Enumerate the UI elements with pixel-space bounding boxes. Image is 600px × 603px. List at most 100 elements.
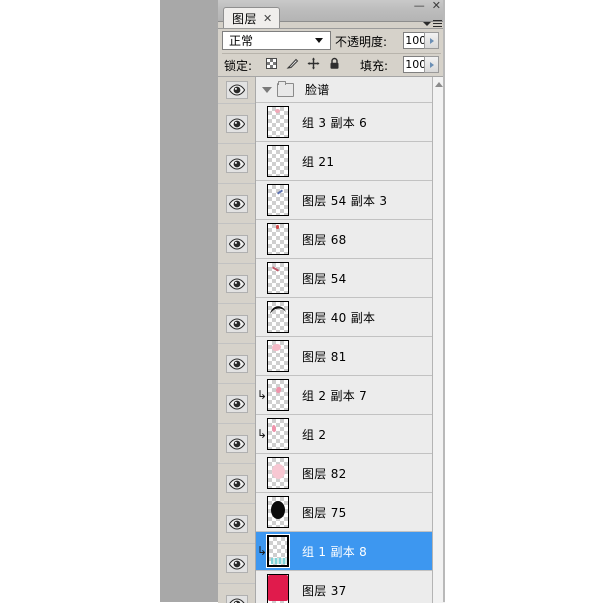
eye-icon[interactable]: [226, 195, 248, 213]
layer-row[interactable]: 脸谱: [256, 77, 433, 103]
eye-icon[interactable]: [226, 395, 248, 413]
clipping-mask-icon: ↳: [257, 389, 267, 401]
layer-visibility-toggle[interactable]: [218, 504, 255, 544]
layer-visibility-toggle[interactable]: [218, 104, 255, 144]
layer-row[interactable]: ↳ 组 1 副本 8: [256, 532, 433, 571]
layer-thumbnail-slot: [256, 106, 300, 138]
layer-row[interactable]: ↳ 组 2 副本 7: [256, 376, 433, 415]
layer-row[interactable]: 图层 68: [256, 220, 433, 259]
layer-name: 图层 37: [300, 582, 347, 599]
tab-close-icon[interactable]: ✕: [263, 12, 272, 25]
eye-icon[interactable]: [226, 515, 248, 533]
layer-name: 组 2: [300, 426, 326, 443]
layer-row[interactable]: 图层 82: [256, 454, 433, 493]
lock-all-icon[interactable]: [327, 56, 341, 70]
layer-thumbnail-slot: [256, 262, 300, 294]
layer-row[interactable]: 图层 54: [256, 259, 433, 298]
clipping-mask-icon: ↳: [257, 545, 267, 557]
layer-thumbnail[interactable]: [267, 418, 289, 450]
opacity-stepper[interactable]: [424, 32, 439, 49]
tab-layers[interactable]: 图层 ✕: [223, 7, 280, 28]
eye-icon[interactable]: [226, 81, 248, 99]
layer-rows: 脸谱组 3 副本 6 组 21 图层 54 副本 3 图层 68图层 54 图层 40 …: [256, 77, 433, 603]
blend-opacity-row: 正常 不透明度: 100%: [218, 30, 445, 52]
chevron-down-icon: [423, 22, 431, 26]
layer-visibility-toggle[interactable]: [218, 344, 255, 384]
layer-row[interactable]: 图层 40 副本: [256, 298, 433, 337]
layer-row[interactable]: 组 3 副本 6: [256, 103, 433, 142]
layer-thumbnail-slot: ↳: [256, 535, 300, 567]
layer-name: 组 2 副本 7: [300, 387, 367, 404]
layer-thumbnail-slot: [256, 184, 300, 216]
layer-thumbnail[interactable]: [267, 574, 289, 603]
layer-visibility-toggle[interactable]: [218, 584, 255, 603]
eye-icon[interactable]: [226, 115, 248, 133]
layer-thumbnail-slot: [256, 574, 300, 603]
layer-row[interactable]: 图层 37: [256, 571, 433, 603]
layer-thumbnail[interactable]: [267, 535, 289, 567]
layers-panel: — ✕ 图层 ✕ 正常 不透明度: 100% 锁定:: [218, 0, 445, 602]
layer-thumbnail[interactable]: [267, 106, 289, 138]
folder-icon: [277, 83, 294, 97]
layer-name: 图层 81: [300, 348, 347, 365]
layer-thumbnail[interactable]: [267, 184, 289, 216]
eye-icon[interactable]: [226, 475, 248, 493]
eye-icon[interactable]: [226, 315, 248, 333]
fill-label: 填充:: [360, 57, 388, 74]
layer-visibility-toggle[interactable]: [218, 424, 255, 464]
layer-thumbnail[interactable]: [267, 379, 289, 411]
blend-mode-select[interactable]: 正常: [222, 31, 331, 50]
layer-thumbnail[interactable]: [267, 496, 289, 528]
layer-thumbnail[interactable]: [267, 262, 289, 294]
layer-thumbnail[interactable]: [267, 457, 289, 489]
group-disclosure-icon[interactable]: [262, 87, 272, 93]
layer-row[interactable]: ↳ 组 2: [256, 415, 433, 454]
hamburger-icon: [433, 20, 442, 27]
panel-controls: 正常 不透明度: 100% 锁定: 填充: 100%: [218, 29, 445, 76]
layer-name: 图层 54 副本 3: [300, 192, 387, 209]
layer-row[interactable]: 图层 75: [256, 493, 433, 532]
layer-visibility-toggle[interactable]: [218, 264, 255, 304]
clipping-mask-icon: ↳: [257, 428, 267, 440]
layer-name: 组 3 副本 6: [300, 114, 367, 131]
eye-icon[interactable]: [226, 155, 248, 173]
layer-thumbnail[interactable]: [267, 340, 289, 372]
eye-icon[interactable]: [226, 435, 248, 453]
layer-visibility-toggle[interactable]: [218, 144, 255, 184]
layer-thumbnail-slot: ↳: [256, 418, 300, 450]
layer-visibility-toggle[interactable]: [218, 77, 255, 104]
layer-visibility-toggle[interactable]: [218, 544, 255, 584]
layer-thumbnail[interactable]: [267, 145, 289, 177]
layer-visibility-toggle[interactable]: [218, 224, 255, 264]
layer-row[interactable]: 组 21: [256, 142, 433, 181]
layer-name: 图层 75: [300, 504, 347, 521]
layers-list: 脸谱组 3 副本 6 组 21 图层 54 副本 3 图层 68图层 54 图层 40 …: [218, 76, 445, 603]
layer-thumbnail[interactable]: [267, 301, 289, 333]
layer-thumbnail[interactable]: [267, 223, 289, 255]
layer-name: 图层 40 副本: [300, 309, 375, 326]
layer-visibility-toggle[interactable]: [218, 464, 255, 504]
lock-position-icon[interactable]: [306, 56, 320, 70]
eye-icon[interactable]: [226, 555, 248, 573]
workspace-background: [160, 0, 218, 602]
layer-visibility-toggle[interactable]: [218, 184, 255, 224]
fill-stepper[interactable]: [424, 56, 439, 73]
layer-visibility-toggle[interactable]: [218, 384, 255, 424]
layer-row[interactable]: 图层 81: [256, 337, 433, 376]
panel-right-edge: [443, 0, 445, 602]
lock-icon-group: [264, 56, 341, 70]
layer-visibility-toggle[interactable]: [218, 304, 255, 344]
layer-thumbnail-slot: [256, 301, 300, 333]
eye-icon[interactable]: [226, 235, 248, 253]
layer-row[interactable]: 图层 54 副本 3: [256, 181, 433, 220]
chevron-down-icon: [315, 38, 323, 43]
lock-transparent-pixels-icon[interactable]: [264, 56, 278, 70]
lock-image-pixels-icon[interactable]: [285, 56, 299, 70]
layer-name: 组 1 副本 8: [300, 543, 367, 560]
blend-mode-value: 正常: [223, 32, 315, 49]
eye-icon[interactable]: [226, 355, 248, 373]
layer-name: 组 21: [300, 153, 334, 170]
lock-fill-row: 锁定: 填充: 100%: [218, 54, 445, 76]
eye-icon[interactable]: [226, 275, 248, 293]
layer-name: 图层 82: [300, 465, 347, 482]
